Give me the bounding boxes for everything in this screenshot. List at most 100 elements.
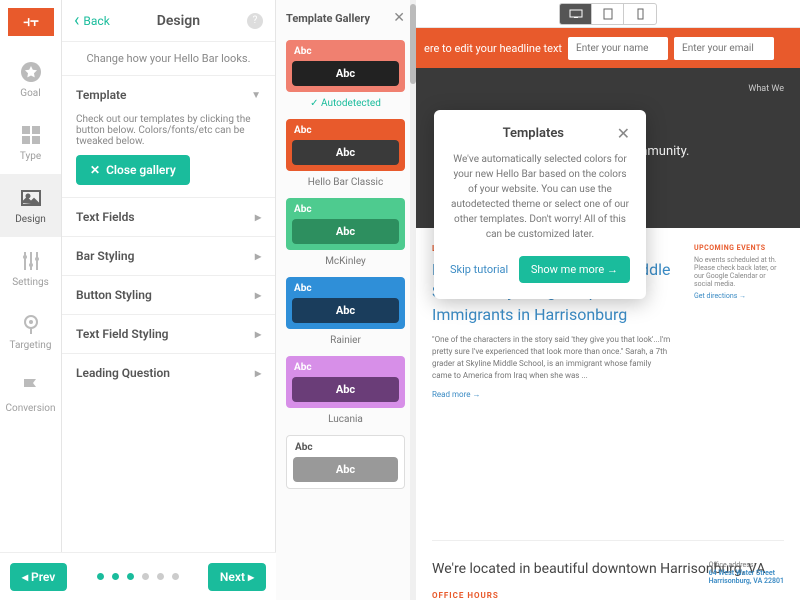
name-input[interactable]	[568, 37, 668, 60]
desktop-icon	[569, 9, 583, 19]
nav-goal[interactable]: Goal	[0, 48, 61, 111]
prev-button[interactable]: ◂ Prev	[10, 563, 67, 591]
footer-nav: ◂ Prev Next ▸	[0, 552, 276, 600]
nav-targeting[interactable]: Targeting	[0, 300, 61, 363]
device-mobile[interactable]	[624, 4, 656, 24]
nav-design[interactable]: Design	[0, 174, 61, 237]
device-switcher	[416, 0, 800, 28]
hello-bar-text[interactable]: ere to edit your headline text	[424, 42, 562, 55]
dot	[172, 573, 179, 580]
template-abc-outer: Abc	[292, 204, 399, 215]
prev-label: Prev	[31, 570, 55, 584]
row-button-styling[interactable]: Button Styling▸	[62, 275, 275, 314]
nav-label: Goal	[20, 88, 40, 99]
autodetected-label: ✓ Autodetected	[286, 98, 405, 109]
panel-subtitle: Change how your Hello Bar looks.	[62, 42, 275, 75]
template-abc-inner: Abc	[293, 457, 398, 482]
template-abc-inner: Abc	[292, 61, 399, 86]
device-desktop[interactable]	[560, 4, 592, 24]
template-abc-inner: Abc	[292, 377, 399, 402]
template-card[interactable]: Abc Abc Lucania	[286, 356, 405, 425]
show-me-more-button[interactable]: Show me more →	[519, 256, 630, 283]
caret-down-icon: ▼	[251, 90, 261, 101]
chevron-right-icon: ▸	[255, 366, 261, 380]
nav-label: Settings	[12, 277, 49, 288]
template-gallery: Template Gallery ✕ Abc Abc ✓ Autodetecte…	[276, 0, 416, 600]
next-label: Next	[220, 570, 245, 584]
gallery-header: Template Gallery ✕	[276, 0, 415, 34]
logo[interactable]: ⫞⫟	[8, 8, 54, 36]
panel-header: Back Design ?	[62, 0, 275, 42]
row-leading-question[interactable]: Leading Question ▸	[62, 353, 275, 392]
pin-icon	[19, 312, 43, 336]
row-bar-styling[interactable]: Bar Styling ▸	[62, 236, 275, 275]
chevron-right-icon: ▸	[255, 288, 261, 302]
nav-label: Conversion	[5, 403, 55, 414]
chevron-right-icon: ▸	[255, 249, 261, 263]
star-icon	[19, 60, 43, 84]
back-button[interactable]: Back	[74, 10, 110, 31]
row-text-fields[interactable]: Text Fields▸	[62, 197, 275, 236]
template-card[interactable]: Abc Abc ✓ Autodetected	[286, 40, 405, 109]
tutorial-tooltip: Templates ✕ We've automatically selected…	[434, 110, 646, 299]
tooltip-title: Templates	[450, 126, 617, 141]
preview-area: ere to edit your headline text What We B…	[416, 0, 800, 600]
template-header[interactable]: Template ▼	[62, 76, 275, 114]
addr-line1: 64 West Water Street	[709, 569, 784, 577]
tooltip-close-button[interactable]: ✕	[617, 126, 630, 142]
template-card[interactable]: Abc Abc Hello Bar Classic	[286, 119, 405, 188]
panel-title: Design	[110, 13, 247, 29]
template-abc-outer: Abc	[292, 46, 399, 57]
dot	[142, 573, 149, 580]
row-label: Bar Styling	[76, 249, 134, 263]
nav-settings[interactable]: Settings	[0, 237, 61, 300]
close-gallery-button[interactable]: ✕ Close gallery	[76, 155, 190, 185]
location-block: We're located in beautiful downtown Harr…	[432, 540, 784, 600]
row-text-field-styling[interactable]: Text Field Styling▸	[62, 314, 275, 353]
get-directions-link[interactable]: Get directions →	[694, 292, 784, 300]
location-address: Office address: 64 West Water Street Har…	[709, 561, 784, 585]
email-input[interactable]	[674, 37, 774, 60]
template-name: McKinley	[286, 256, 405, 267]
nav-type[interactable]: Type	[0, 111, 61, 174]
hero-tag: What We	[432, 84, 784, 94]
nav-label: Type	[20, 151, 41, 162]
template-abc-outer: Abc	[292, 362, 399, 373]
gallery-title: Template Gallery	[286, 12, 370, 25]
close-gallery-label: Close gallery	[106, 163, 176, 177]
step-dots	[75, 573, 200, 580]
template-name: Lucania	[286, 414, 405, 425]
help-icon[interactable]: ?	[247, 13, 263, 29]
image-icon	[19, 186, 43, 210]
next-button[interactable]: Next ▸	[208, 563, 266, 591]
row-label: Text Fields	[76, 210, 135, 224]
dot	[97, 573, 104, 580]
nav-label: Design	[15, 214, 46, 225]
skip-tutorial-link[interactable]: Skip tutorial	[450, 263, 508, 276]
gallery-close-button[interactable]: ✕	[393, 10, 405, 26]
template-card[interactable]: Abc Abc Rainier	[286, 277, 405, 346]
template-abc-outer: Abc	[292, 283, 399, 294]
events-sidebar: UPCOMING EVENTS No events scheduled at t…	[694, 244, 784, 300]
tablet-icon	[603, 8, 613, 20]
template-abc-inner: Abc	[292, 298, 399, 323]
template-abc-inner: Abc	[292, 219, 399, 244]
row-label: Leading Question	[76, 366, 170, 380]
left-nav: ⫞⫟ Goal Type Design Settings Targeting C…	[0, 0, 62, 600]
events-label: UPCOMING EVENTS	[694, 244, 784, 252]
template-section: Template ▼ Check out our templates by cl…	[62, 75, 275, 197]
nav-conversion[interactable]: Conversion	[0, 363, 61, 426]
close-icon: ✕	[90, 163, 100, 177]
flag-icon	[19, 375, 43, 399]
device-tablet[interactable]	[592, 4, 624, 24]
nav-label: Targeting	[10, 340, 52, 351]
template-card[interactable]: Abc Abc McKinley	[286, 198, 405, 267]
dot	[157, 573, 164, 580]
row-label: Text Field Styling	[76, 327, 168, 341]
template-card[interactable]: Abc Abc	[286, 435, 405, 489]
mobile-icon	[637, 8, 644, 20]
read-more-link[interactable]: Read more →	[432, 390, 480, 399]
template-name: Rainier	[286, 335, 405, 346]
events-body: No events scheduled at th. Please check …	[694, 256, 784, 288]
template-abc-outer: Abc	[292, 125, 399, 136]
